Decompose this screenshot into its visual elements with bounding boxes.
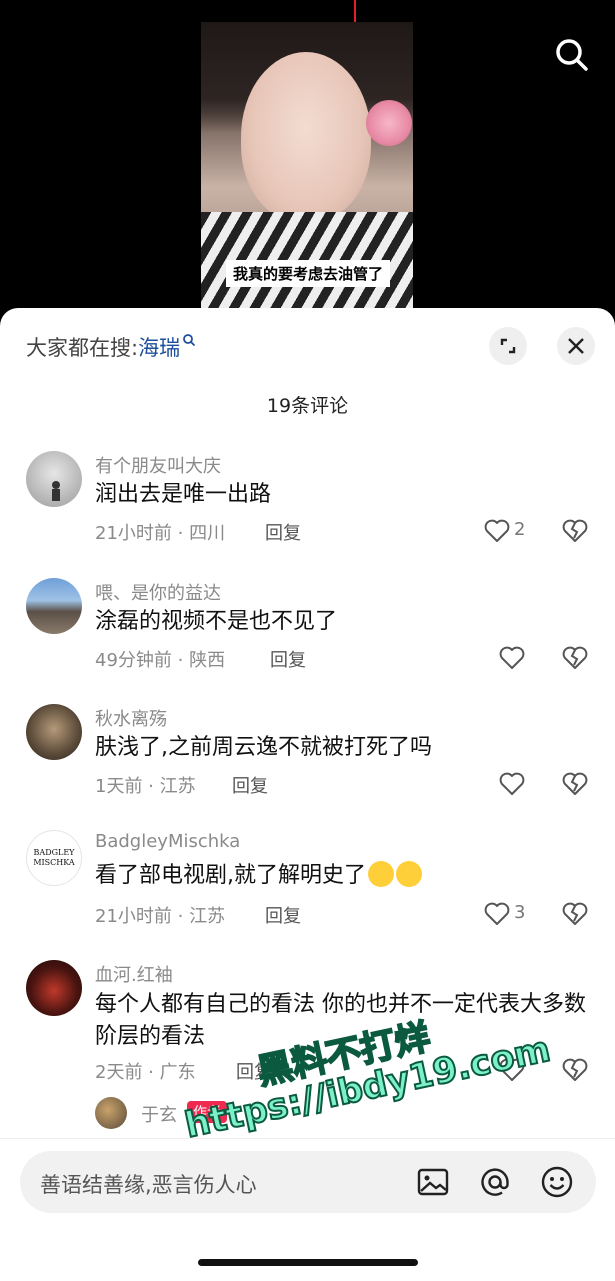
comment-item: BADGLEY MISCHKA BadgleyMischka 看了部电视剧,就了… [0, 830, 615, 940]
comment-meta: 21小时前 · 四川 [95, 523, 226, 544]
avatar-brand-text: BADGLEY MISCHKA [33, 848, 75, 867]
comment-item: 喂、是你的益达 涂磊的视频不是也不见了 49分钟前 · 陕西 回复 [0, 578, 615, 688]
heart-icon[interactable] [499, 646, 525, 670]
broken-heart-icon[interactable] [562, 518, 588, 544]
comment-meta: 2天前 · 广东 [95, 1062, 196, 1083]
comment-text: 肤浅了,之前周云逸不就被打死了吗 [95, 735, 432, 760]
flower-decoration [366, 100, 412, 146]
comment-input[interactable]: 善语结善缘,恶言伤人心 [20, 1151, 596, 1213]
comment-text: 看了部电视剧,就了解明史了 [95, 860, 590, 892]
comment-text: 润出去是唯一出路 [95, 482, 272, 507]
reply-username[interactable]: 于玄 [141, 1101, 177, 1127]
trending-search[interactable]: 大家都在搜:海瑞 [26, 332, 196, 362]
small-search-icon [183, 334, 196, 347]
comment-meta: 49分钟前 · 陕西 [95, 650, 226, 671]
video-face [241, 52, 371, 222]
avatar[interactable]: BADGLEY MISCHKA [26, 830, 82, 886]
trending-label: 大家都在搜: [26, 336, 139, 360]
comment-username[interactable]: 血河.红袖 [95, 961, 173, 987]
avatar[interactable] [26, 578, 82, 634]
comment-username[interactable]: 有个朋友叫大庆 [95, 452, 221, 478]
comment-meta: 1天前 · 江苏 [95, 776, 196, 797]
reply-button[interactable]: 回复 [270, 646, 306, 672]
reply-button[interactable]: 回复 [232, 772, 268, 798]
comment-item: 秋水离殇 肤浅了,之前周云逸不就被打死了吗 1天前 · 江苏 回复 [0, 704, 615, 814]
broken-heart-icon[interactable] [562, 645, 588, 671]
comment-count: 19条评论 [266, 395, 349, 417]
heart-icon[interactable] [499, 772, 525, 796]
expand-button[interactable] [489, 327, 527, 365]
trending-keyword[interactable]: 海瑞 [138, 336, 180, 360]
laughing-emoji-icon [368, 861, 394, 887]
heart-icon[interactable] [484, 519, 510, 543]
reply-button[interactable]: 回复 [265, 519, 301, 545]
like-count: 2 [514, 519, 526, 540]
avatar[interactable] [26, 960, 82, 1016]
video-player[interactable]: 我真的要考虑去油管了 [0, 0, 615, 330]
emoji-icon[interactable] [540, 1165, 574, 1199]
comment-sheet: 大家都在搜:海瑞 19条评论 有个朋友叫大庆 润出去是唯一出路 21小时前 · … [0, 308, 615, 1280]
image-icon[interactable] [416, 1165, 450, 1199]
like-count: 3 [514, 902, 526, 923]
laughing-emoji-icon [396, 861, 422, 887]
input-placeholder: 善语结善缘,恶言伤人心 [40, 1173, 257, 1197]
avatar[interactable] [95, 1097, 127, 1129]
mention-icon[interactable] [478, 1165, 512, 1199]
expand-icon [500, 338, 516, 354]
search-icon[interactable] [555, 38, 589, 72]
avatar[interactable] [26, 451, 82, 507]
comment-meta: 21小时前 · 江苏 [95, 906, 226, 927]
comment-text: 涂磊的视频不是也不见了 [95, 609, 338, 634]
comment-item: 有个朋友叫大庆 润出去是唯一出路 21小时前 · 四川 回复 2 [0, 451, 615, 561]
avatar[interactable] [26, 704, 82, 760]
comment-username[interactable]: BadgleyMischka [95, 831, 240, 852]
broken-heart-icon[interactable] [562, 771, 588, 797]
video-frame: 我真的要考虑去油管了 [201, 22, 413, 322]
close-button[interactable] [557, 327, 595, 365]
video-caption: 我真的要考虑去油管了 [226, 260, 391, 287]
heart-icon[interactable] [484, 902, 510, 926]
broken-heart-icon[interactable] [562, 1057, 588, 1083]
comment-username[interactable]: 秋水离殇 [95, 705, 167, 731]
close-icon [568, 338, 584, 354]
silhouette-icon [52, 481, 60, 501]
reply-button[interactable]: 回复 [265, 902, 301, 928]
home-indicator [198, 1259, 418, 1266]
broken-heart-icon[interactable] [562, 901, 588, 927]
comment-username[interactable]: 喂、是你的益达 [95, 579, 221, 605]
comment-text-content: 看了部电视剧,就了解明史了 [95, 863, 366, 888]
